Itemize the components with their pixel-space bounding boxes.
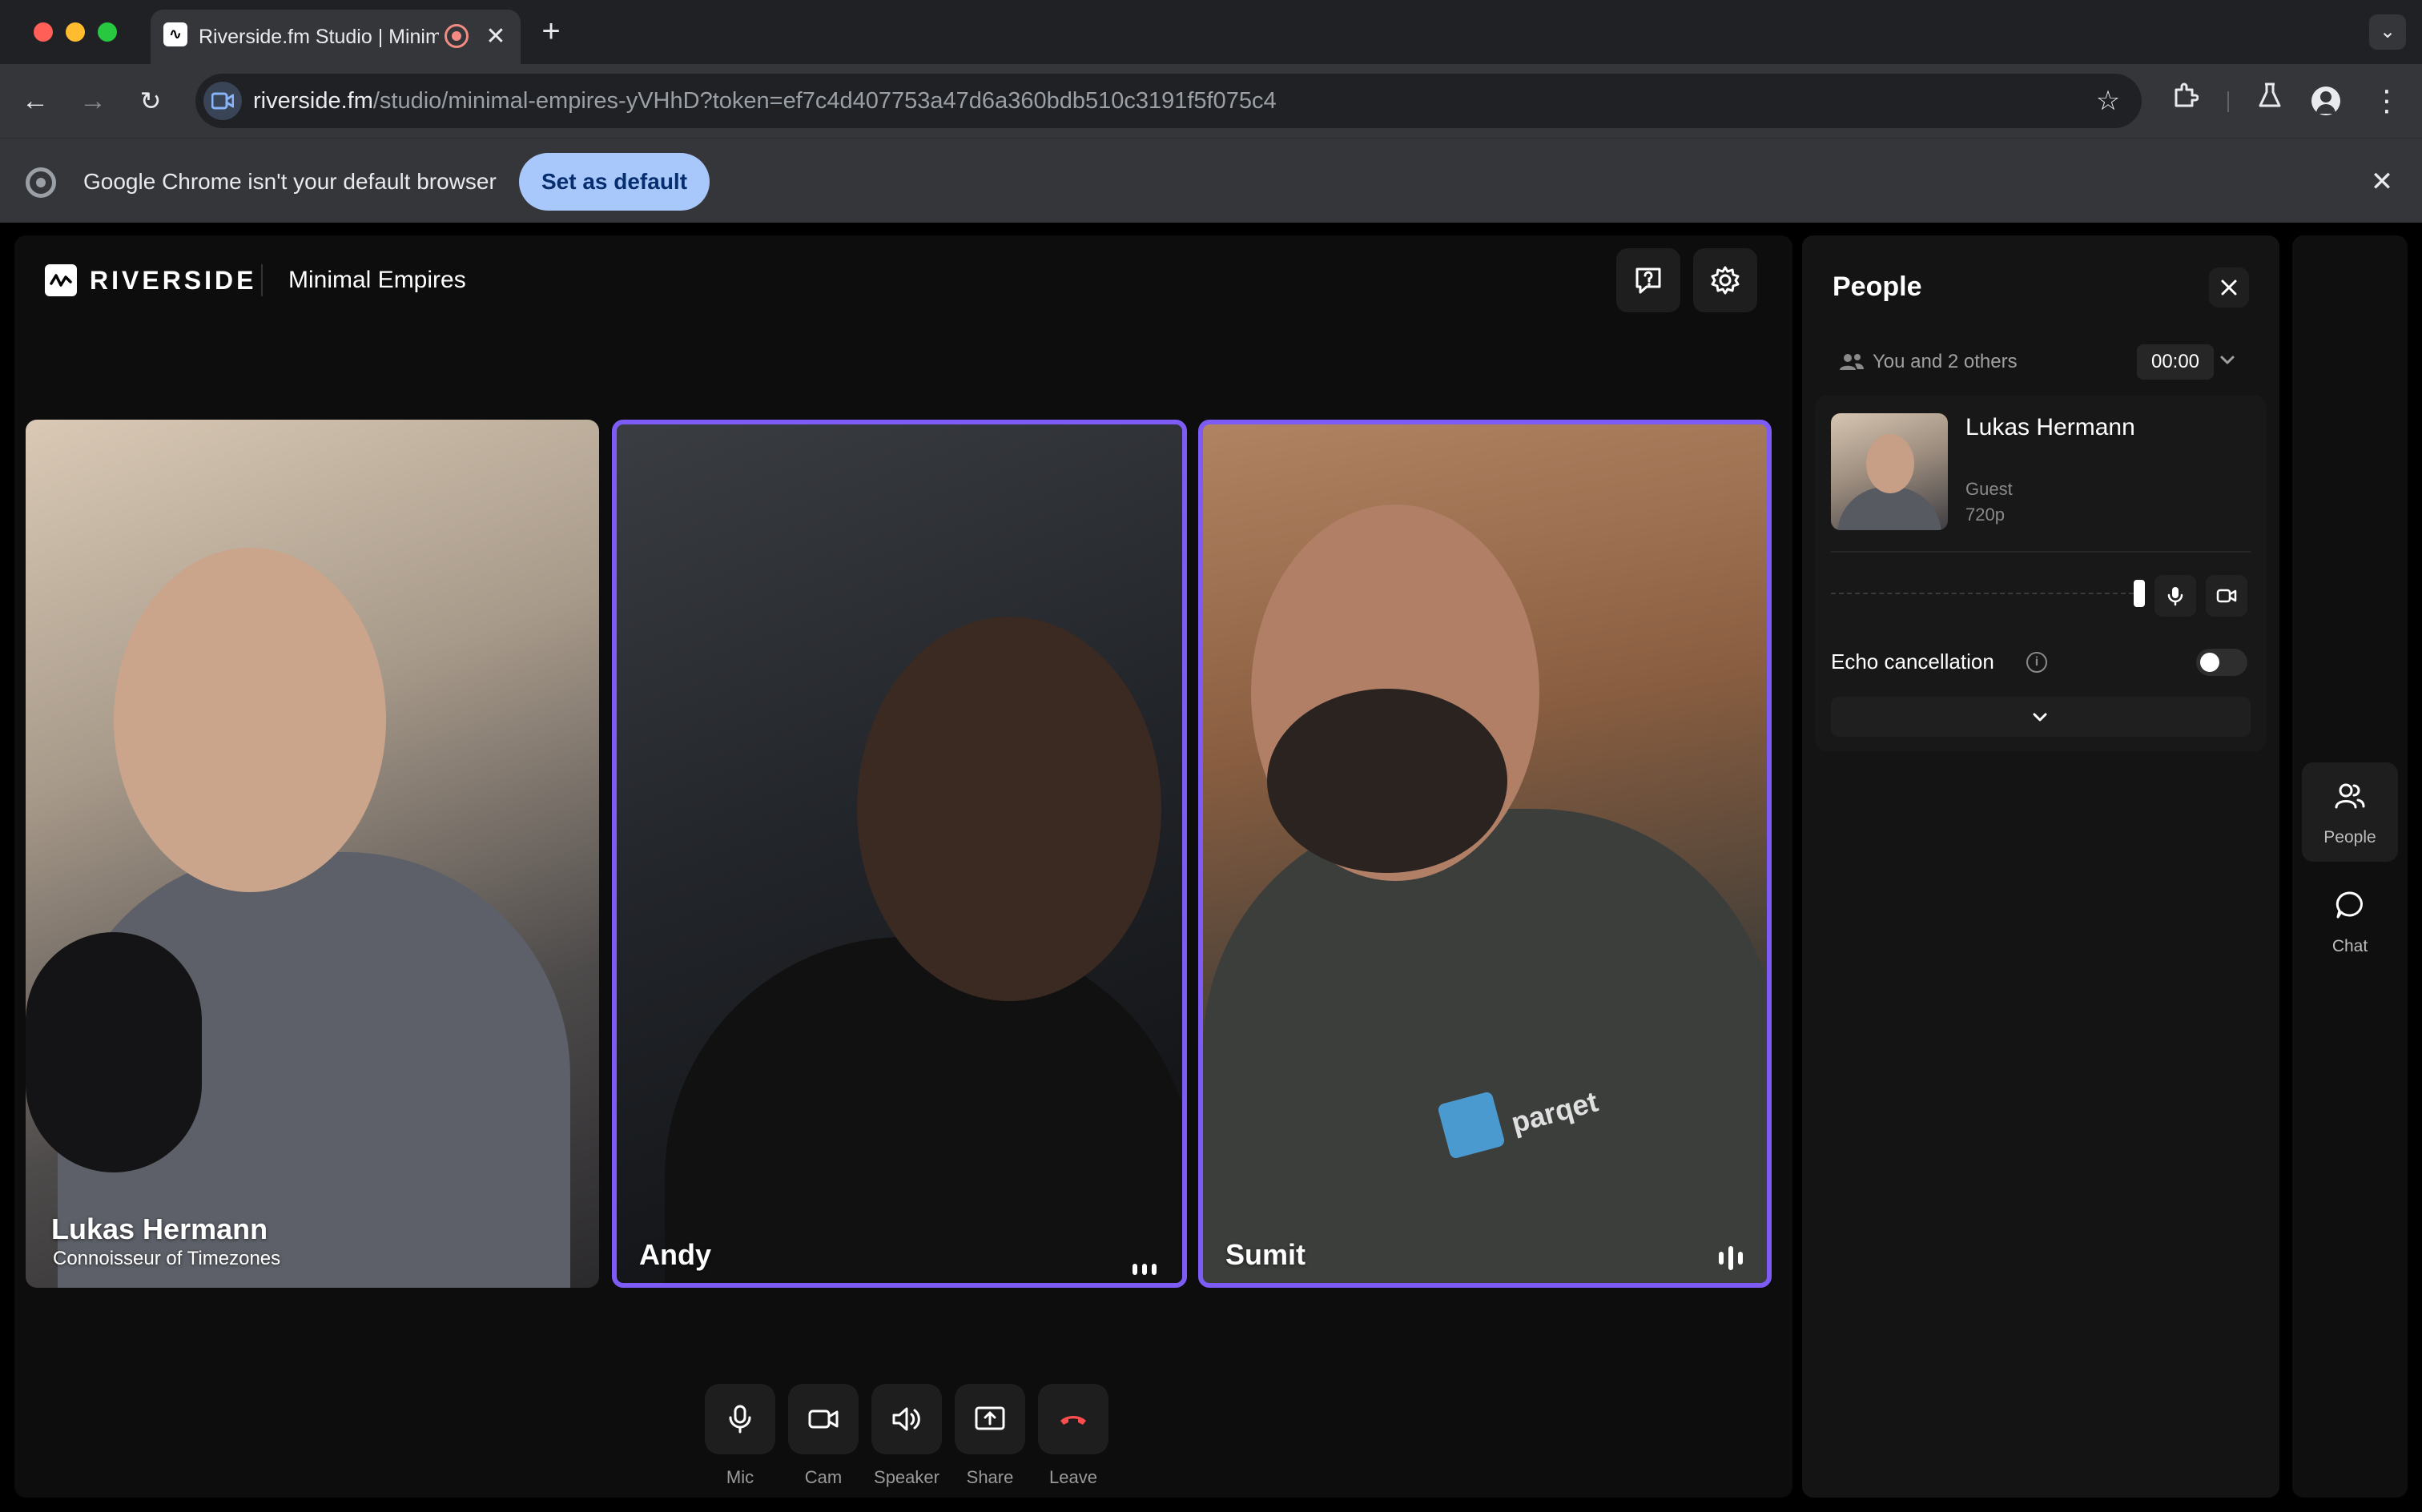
microphone-icon bbox=[2167, 587, 2183, 606]
participant-card: Lukas Hermann Guest 720p Echo cancellati… bbox=[1815, 396, 2267, 751]
camera-icon bbox=[808, 1409, 839, 1429]
site-camera-icon[interactable] bbox=[203, 82, 242, 120]
chrome-menu-icon[interactable]: ⋮ bbox=[2368, 82, 2406, 120]
riverside-studio: RIVERSIDE Minimal Empires Lukas Hermann … bbox=[0, 223, 2422, 1512]
participant-mic-button[interactable] bbox=[2154, 575, 2196, 617]
labs-flask-icon[interactable] bbox=[2251, 82, 2289, 120]
echo-cancellation-toggle[interactable] bbox=[2196, 649, 2247, 676]
browser-tab[interactable]: ∿ Riverside.fm Studio | Minimal Empires … bbox=[151, 10, 521, 64]
participant-name: Sumit bbox=[1225, 1238, 1306, 1271]
audio-level-icon bbox=[1133, 1251, 1161, 1275]
participant-thumbnail bbox=[1831, 413, 1948, 530]
people-group-icon bbox=[1840, 354, 1864, 370]
participant-card-name: Lukas Hermann bbox=[1965, 414, 2135, 440]
card-divider bbox=[1831, 551, 2251, 553]
participant-tile-lukas[interactable]: Lukas Hermann Connoisseur of Timezones bbox=[26, 420, 599, 1288]
rail-label-chat: Chat bbox=[2331, 937, 2368, 955]
default-browser-infobar: Google Chrome isn't your default browser… bbox=[0, 138, 2422, 223]
side-rail: People Chat bbox=[2292, 235, 2408, 1498]
speaker-icon bbox=[892, 1407, 920, 1431]
info-icon[interactable]: i bbox=[2026, 652, 2047, 673]
panel-title: People bbox=[1833, 271, 1922, 302]
settings-button[interactable] bbox=[1693, 248, 1757, 312]
mic-button[interactable] bbox=[705, 1384, 775, 1454]
volume-slider-track[interactable] bbox=[1831, 593, 2134, 594]
infobar-message: Google Chrome isn't your default browser bbox=[83, 169, 497, 194]
participant-face bbox=[857, 617, 1161, 1001]
participant-cam-button[interactable] bbox=[2206, 575, 2247, 617]
set-as-default-button[interactable]: Set as default bbox=[519, 153, 710, 211]
url-host: riverside.fm bbox=[253, 88, 373, 114]
participant-tile-sumit[interactable]: parqet Sumit bbox=[1198, 420, 1772, 1288]
browser-toolbar: ← → ↻ riverside.fm/studio/minimal-empire… bbox=[0, 64, 2422, 138]
toolbar-divider bbox=[2227, 91, 2229, 112]
camera-icon bbox=[2216, 589, 2237, 603]
people-panel: People You and 2 others 00:00 Lukas Herm… bbox=[1802, 235, 2279, 1498]
video-stage: RIVERSIDE Minimal Empires Lukas Hermann … bbox=[14, 235, 1792, 1498]
cam-button[interactable] bbox=[788, 1384, 859, 1454]
tab-search-button[interactable]: ⌄ bbox=[2369, 14, 2406, 50]
window-minimize-button[interactable] bbox=[66, 22, 85, 42]
riverside-logo-icon bbox=[45, 264, 77, 296]
back-button[interactable]: ← bbox=[18, 83, 53, 119]
chrome-logo-icon bbox=[26, 167, 56, 198]
chevron-down-icon bbox=[2033, 713, 2047, 722]
window-zoom-button[interactable] bbox=[98, 22, 117, 42]
leave-button[interactable] bbox=[1038, 1384, 1108, 1454]
recording-indicator-icon bbox=[445, 24, 469, 48]
echo-cancellation-label: Echo cancellation bbox=[1831, 649, 1994, 674]
address-bar[interactable]: riverside.fm/studio/minimal-empires-yVHh… bbox=[195, 74, 2142, 128]
microphone-icon bbox=[729, 1405, 751, 1434]
participant-face bbox=[114, 548, 386, 892]
riverside-favicon-icon: ∿ bbox=[163, 22, 187, 46]
rail-item-people[interactable]: People bbox=[2302, 762, 2398, 862]
audio-level-icon bbox=[1719, 1246, 1748, 1270]
help-chat-icon bbox=[1635, 267, 1661, 294]
help-button[interactable] bbox=[1616, 248, 1680, 312]
rail-item-chat[interactable]: Chat bbox=[2302, 871, 2398, 971]
participant-beard bbox=[1267, 689, 1507, 873]
participant-name: Andy bbox=[639, 1238, 711, 1271]
participant-subtitle: Connoisseur of Timezones bbox=[53, 1248, 281, 1269]
bookmark-star-icon[interactable]: ☆ bbox=[2092, 85, 2124, 117]
url-path: /studio/minimal-empires-yVHhD?token=ef7c… bbox=[372, 88, 1277, 114]
leave-label: Leave bbox=[1049, 1467, 1097, 1487]
close-icon bbox=[2221, 279, 2237, 296]
url-text: riverside.fm/studio/minimal-empires-yVHh… bbox=[253, 85, 1277, 117]
expand-participant-button[interactable] bbox=[1831, 697, 2251, 737]
participant-video bbox=[665, 937, 1182, 1283]
forward-button[interactable]: → bbox=[75, 83, 111, 119]
window-close-button[interactable] bbox=[34, 22, 53, 42]
participant-role: Guest bbox=[1965, 479, 2013, 499]
participant-resolution: 720p bbox=[1965, 505, 2005, 525]
people-icon bbox=[2335, 783, 2365, 809]
studio-name: Minimal Empires bbox=[288, 267, 466, 293]
profile-avatar-icon[interactable] bbox=[2311, 86, 2340, 115]
rail-label-people: People bbox=[2323, 828, 2376, 846]
volume-slider-handle[interactable] bbox=[2134, 580, 2145, 607]
brand-wordmark: RIVERSIDE bbox=[90, 266, 257, 295]
microphone-prop bbox=[26, 932, 202, 1172]
gear-icon bbox=[1711, 266, 1740, 295]
panel-close-button[interactable] bbox=[2209, 267, 2249, 308]
chat-bubble-icon bbox=[2336, 891, 2363, 919]
participant-tile-andy[interactable]: Andy bbox=[612, 420, 1187, 1288]
reload-button[interactable]: ↻ bbox=[133, 83, 168, 119]
header-divider bbox=[261, 264, 263, 296]
new-tab-button[interactable]: + bbox=[535, 15, 567, 48]
share-button[interactable] bbox=[955, 1384, 1025, 1454]
participant-count: You and 2 others bbox=[1873, 351, 2018, 372]
hang-up-icon bbox=[1060, 1416, 1086, 1425]
tab-title: Riverside.fm Studio | Minimal Empires bbox=[199, 26, 439, 48]
extensions-icon[interactable] bbox=[2166, 82, 2204, 120]
session-timer[interactable]: 00:00 bbox=[2137, 344, 2214, 380]
participant-video bbox=[1203, 809, 1767, 1283]
screen-share-icon bbox=[975, 1406, 1005, 1430]
tab-close-button[interactable]: ✕ bbox=[481, 21, 510, 53]
speaker-button[interactable] bbox=[871, 1384, 942, 1454]
chevron-down-icon[interactable] bbox=[2219, 351, 2236, 368]
infobar-close-button[interactable]: ✕ bbox=[2364, 164, 2400, 199]
participant-name: Lukas Hermann bbox=[51, 1212, 268, 1245]
browser-tab-bar: ∿ Riverside.fm Studio | Minimal Empires … bbox=[0, 0, 2422, 64]
